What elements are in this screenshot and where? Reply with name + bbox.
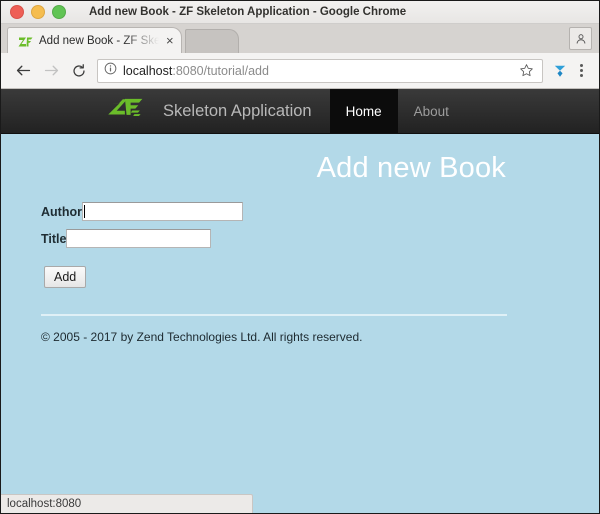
site-brand[interactable]: Skeleton Application (104, 89, 330, 133)
tab-strip: Add new Book - ZF Skeleton Application × (1, 24, 599, 53)
address-bar-url[interactable]: localhost:8080/tutorial/add (123, 64, 516, 78)
window-controls (1, 5, 66, 19)
reload-icon[interactable] (65, 57, 93, 85)
site-navbar: Skeleton Application Home About (1, 89, 599, 134)
footer-divider (41, 314, 507, 317)
browser-window: Add new Book - ZF Skeleton Application -… (0, 0, 600, 514)
title-input[interactable] (66, 229, 212, 249)
star-icon[interactable] (516, 63, 536, 78)
profile-avatar-icon[interactable] (569, 27, 592, 50)
menu-dot (579, 74, 583, 77)
author-input-wrap (81, 202, 243, 222)
url-host: localhost (123, 63, 173, 78)
page-content: Add new Book Author Title Add © 2005 - 2… (1, 134, 599, 344)
maximize-window-button[interactable] (52, 5, 66, 19)
forward-arrow-icon (37, 57, 65, 85)
address-bar[interactable]: localhost:8080/tutorial/add (97, 58, 543, 83)
window-titlebar: Add new Book - ZF Skeleton Application -… (1, 1, 599, 24)
author-input[interactable] (81, 202, 243, 222)
status-bar: localhost:8080 (1, 494, 253, 513)
form-row-title: Title (41, 229, 599, 249)
page-info-icon[interactable] (104, 62, 117, 80)
nav-link-home[interactable]: Home (329, 89, 398, 133)
minimize-window-button[interactable] (31, 5, 45, 19)
add-book-form: Author Title Add (41, 202, 599, 289)
browser-tab[interactable]: Add new Book - ZF Skeleton Application × (7, 27, 182, 53)
window-title: Add new Book - ZF Skeleton Application -… (89, 6, 407, 18)
page-title: Add new Book (316, 152, 506, 184)
zf-logo-icon (18, 35, 33, 47)
three-dot-menu-icon[interactable] (571, 57, 591, 85)
zf-logo (104, 96, 153, 127)
title-label: Title (41, 231, 67, 246)
new-tab-button[interactable] (184, 29, 239, 53)
site-footer-text: © 2005 - 2017 by Zend Technologies Ltd. … (41, 330, 363, 345)
menu-dot (579, 69, 583, 72)
site-nav-links: Home About (329, 89, 465, 133)
menu-dot (579, 64, 583, 67)
page-viewport: Skeleton Application Home About Add new … (1, 89, 599, 513)
author-label: Author (41, 204, 82, 219)
close-window-button[interactable] (10, 5, 24, 19)
extension-icon[interactable] (549, 57, 571, 85)
site-brand-text: Skeleton Application (163, 101, 312, 120)
back-arrow-icon[interactable] (9, 57, 37, 85)
add-button[interactable]: Add (44, 266, 87, 289)
url-path: :8080/tutorial/add (172, 63, 269, 78)
form-row-author: Author (41, 202, 599, 222)
tab-title: Add new Book - ZF Skeleton Application (39, 34, 159, 47)
nav-link-about[interactable]: About (398, 89, 465, 133)
close-tab-icon[interactable]: × (165, 34, 175, 47)
text-caret-icon (83, 204, 85, 218)
browser-toolbar: localhost:8080/tutorial/add (1, 53, 599, 89)
